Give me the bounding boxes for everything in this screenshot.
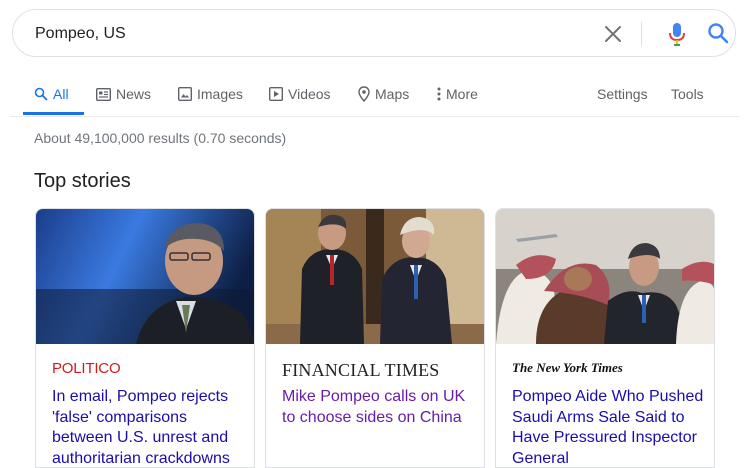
tab-videos[interactable]: Videos: [269, 74, 331, 114]
tab-label: Images: [197, 86, 243, 102]
story-thumbnail-image[interactable]: [36, 209, 255, 344]
story-headline-link[interactable]: In email, Pompeo rejects 'false' compari…: [52, 387, 248, 467]
search-input[interactable]: [35, 23, 555, 45]
news-icon: [96, 87, 111, 101]
tab-news[interactable]: News: [96, 74, 151, 114]
search-icon: [34, 87, 48, 101]
tab-more[interactable]: More: [437, 74, 478, 114]
story-headline-link[interactable]: Pompeo Aide Who Pushed Saudi Arms Sale S…: [512, 387, 708, 467]
microphone-icon: [669, 23, 685, 46]
search-tabs: All News Images Videos Maps More Setting…: [0, 74, 750, 118]
story-source-logo: The New York Times: [512, 360, 623, 375]
story-thumbnail-image[interactable]: [496, 209, 715, 344]
tab-label: More: [446, 86, 478, 102]
tools-link[interactable]: Tools: [671, 74, 704, 114]
tab-label: All: [53, 86, 69, 102]
story-source-logo: POLITICO: [52, 360, 121, 377]
search-icon: [708, 23, 729, 44]
map-pin-icon: [358, 86, 370, 102]
clear-search-button[interactable]: [602, 23, 624, 45]
tab-label: Maps: [375, 86, 410, 102]
tools-label: Tools: [671, 86, 704, 102]
settings-link[interactable]: Settings: [597, 74, 648, 114]
story-thumbnail-image[interactable]: [266, 209, 485, 344]
story-source-logo: FINANCIAL TIMES: [282, 360, 440, 380]
tab-label: Videos: [288, 86, 331, 102]
active-tab-indicator: [23, 112, 84, 115]
story-card-2[interactable]: FINANCIAL TIMES Mike Pompeo calls on UK …: [265, 208, 485, 468]
image-icon: [178, 87, 192, 101]
tab-images[interactable]: Images: [178, 74, 243, 114]
story-card-3[interactable]: The New York Times Pompeo Aide Who Pushe…: [495, 208, 715, 468]
tabs-divider: [10, 116, 740, 117]
story-headline-link[interactable]: Mike Pompeo calls on UK to choose sides …: [282, 387, 478, 428]
close-icon: [605, 26, 621, 42]
settings-label: Settings: [597, 86, 648, 102]
story-card-1[interactable]: POLITICO In email, Pompeo rejects 'false…: [35, 208, 255, 468]
tab-all[interactable]: All: [34, 74, 69, 114]
search-button[interactable]: [706, 21, 730, 45]
search-bar-divider: [641, 22, 642, 46]
tab-label: News: [116, 86, 152, 102]
top-stories-title: Top stories: [34, 170, 131, 192]
tab-maps[interactable]: Maps: [358, 74, 409, 114]
video-icon: [269, 87, 283, 101]
voice-search-button[interactable]: [665, 21, 689, 47]
result-stats: About 49,100,000 results (0.70 seconds): [34, 130, 287, 146]
search-bar: [12, 9, 736, 57]
more-vertical-icon: [437, 87, 441, 101]
